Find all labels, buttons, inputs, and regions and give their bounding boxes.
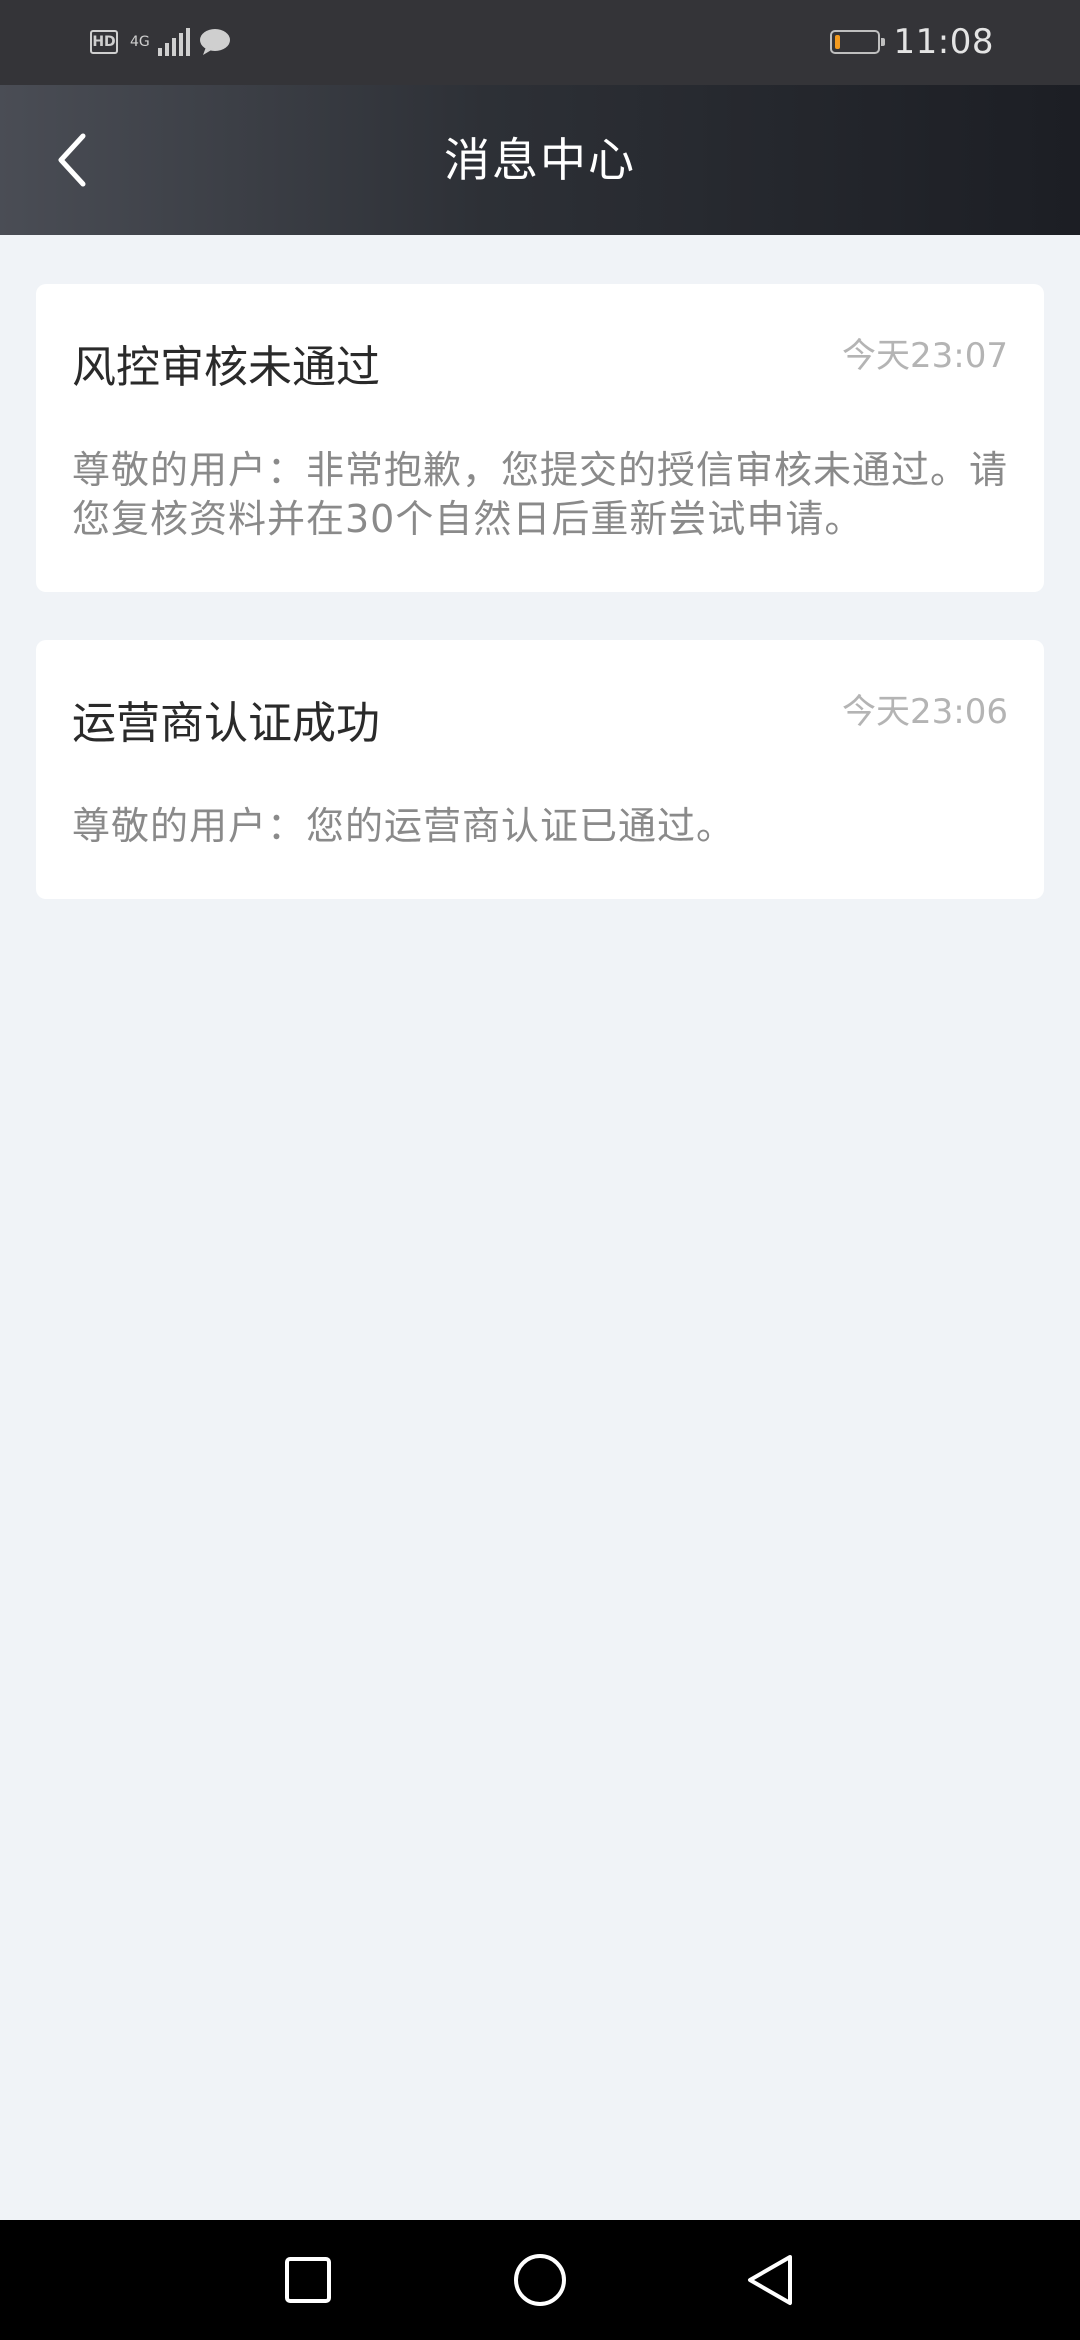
message-body: 尊敬的用户：您的运营商认证已通过。 [72,804,736,848]
page-title: 消息中心 [444,133,636,187]
back-triangle-icon [748,2255,792,2305]
message-time: 今天23:07 [842,336,1008,376]
nav-back-button[interactable] [740,2250,800,2310]
message-time: 今天23:06 [842,692,1008,732]
message-header: 运营商认证成功 今天23:06 [72,692,1008,752]
home-icon [514,2254,566,2306]
home-button[interactable] [510,2250,570,2310]
message-card[interactable]: 风控审核未通过 今天23:07 尊敬的用户：非常抱歉，您提交的授信审核未通过。请… [36,284,1044,592]
message-title: 运营商认证成功 [72,698,380,749]
signal-icon [157,28,190,56]
header-bar: 消息中心 [0,85,1080,235]
status-left-group: HD 4G [90,22,232,62]
system-nav-bar [0,2220,1080,2340]
message-header: 风控审核未通过 今天23:07 [72,336,1008,396]
status-right-group: 11:08 [829,20,994,64]
network-type: 4G [130,33,150,50]
message-list: 风控审核未通过 今天23:07 尊敬的用户：非常抱歉，您提交的授信审核未通过。请… [36,284,1044,947]
battery-level [834,35,840,49]
clock: 11:08 [893,22,994,62]
hd-icon: HD [90,30,118,54]
message-card[interactable]: 运营商认证成功 今天23:06 尊敬的用户：您的运营商认证已通过。 [36,640,1044,899]
battery-icon [829,30,885,54]
message-title: 风控审核未通过 [72,342,380,393]
recents-button[interactable] [278,2250,338,2310]
chat-icon [198,27,232,57]
recents-icon [285,2257,331,2303]
network-type-label: 4G [130,33,150,50]
status-bar: HD 4G 11:08 [0,0,1080,85]
message-body: 尊敬的用户：非常抱歉，您提交的授信审核未通过。请您复核资料并在30个自然日后重新… [72,448,1009,541]
